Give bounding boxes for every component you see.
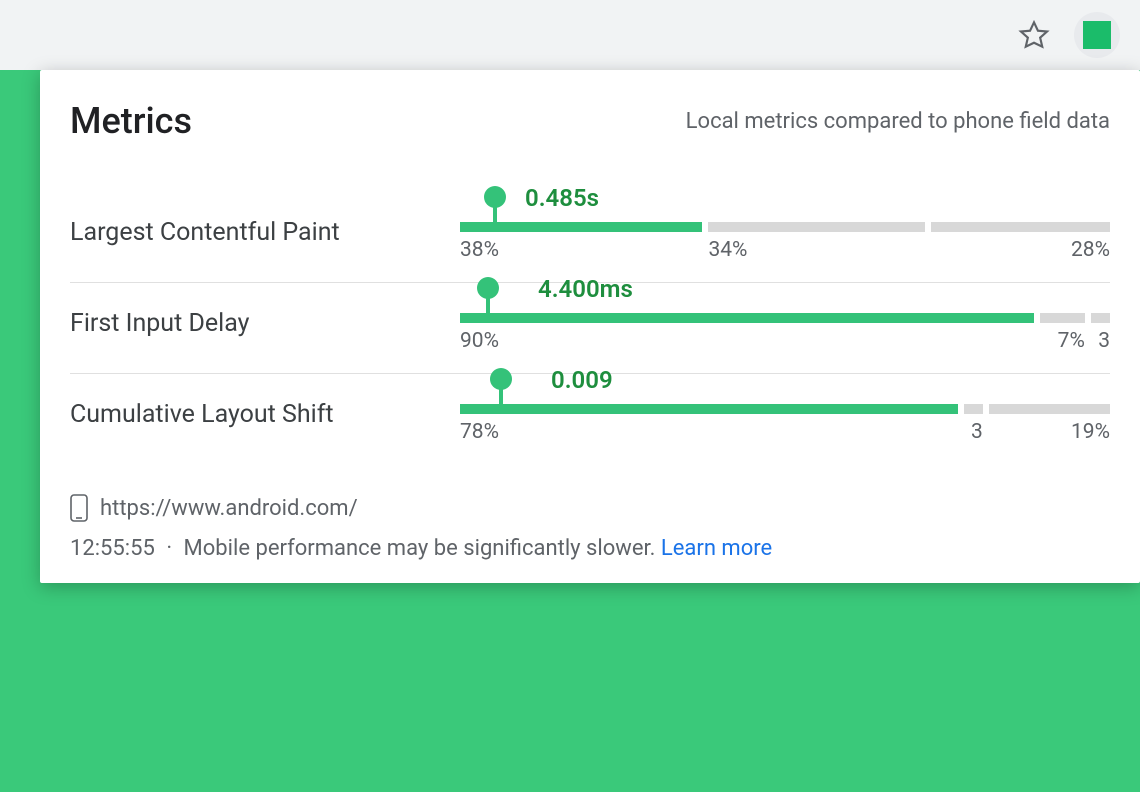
extension-badge[interactable] — [1074, 12, 1120, 58]
bar-segment-label: 90% — [460, 329, 1034, 353]
bar-segment-ni — [708, 222, 925, 232]
bar-segment-poor — [989, 404, 1110, 414]
metric-value: 0.009 — [551, 366, 613, 394]
distribution-bar — [460, 222, 1110, 232]
learn-more-link[interactable]: Learn more — [661, 536, 772, 561]
popup-title: Metrics — [70, 100, 192, 142]
metric-marker — [499, 376, 503, 414]
footer-warning-row: 12:55:55 · Mobile performance may be sig… — [70, 536, 1110, 561]
distribution-bar — [460, 404, 1110, 414]
popup-subtitle: Local metrics compared to phone field da… — [686, 109, 1110, 134]
metric-row: First Input Delay4.400ms90%7%3 — [70, 283, 1110, 374]
bar-segment-label: 28% — [931, 238, 1110, 262]
bookmark-star-icon[interactable] — [1018, 19, 1050, 51]
metrics-list: Largest Contentful Paint0.485s38%34%28%F… — [70, 192, 1110, 464]
footer-url: https://www.android.com/ — [100, 496, 358, 521]
metric-body: 0.00978%319% — [460, 404, 1110, 444]
distribution-labels: 90%7%3 — [460, 329, 1110, 353]
bar-segment-ni — [964, 404, 983, 414]
footer-url-row: https://www.android.com/ — [70, 494, 1110, 522]
metric-value: 0.485s — [525, 184, 599, 212]
separator-dot: · — [166, 536, 172, 561]
bar-segment-label: 78% — [460, 420, 958, 444]
bar-segment-good — [460, 313, 1034, 323]
metric-row: Largest Contentful Paint0.485s38%34%28% — [70, 192, 1110, 283]
bar-segment-label: 3 — [1091, 329, 1110, 353]
metric-value: 4.400ms — [538, 275, 633, 303]
bar-segment-label: 3 — [964, 420, 983, 444]
bar-segment-label: 34% — [708, 238, 925, 262]
metric-marker — [493, 194, 497, 232]
web-vitals-popup: Metrics Local metrics compared to phone … — [40, 70, 1140, 583]
bar-segment-ni — [1040, 313, 1085, 323]
bar-segment-label: 7% — [1040, 329, 1085, 353]
browser-toolbar — [0, 0, 1140, 70]
metric-name: First Input Delay — [70, 309, 460, 338]
distribution-labels: 38%34%28% — [460, 238, 1110, 262]
popup-header: Metrics Local metrics compared to phone … — [70, 100, 1110, 142]
metric-marker — [486, 285, 490, 323]
distribution-labels: 78%319% — [460, 420, 1110, 444]
phone-icon — [70, 494, 88, 522]
metric-body: 4.400ms90%7%3 — [460, 313, 1110, 353]
footer-warning: Mobile performance may be significantly … — [184, 536, 656, 561]
distribution-bar — [460, 313, 1110, 323]
footer-timestamp: 12:55:55 — [70, 536, 155, 561]
popup-footer: https://www.android.com/ 12:55:55 · Mobi… — [70, 494, 1110, 561]
metric-name: Largest Contentful Paint — [70, 218, 460, 247]
bar-segment-poor — [1091, 313, 1110, 323]
metric-body: 0.485s38%34%28% — [460, 222, 1110, 262]
metric-name: Cumulative Layout Shift — [70, 400, 460, 429]
bar-segment-label: 19% — [989, 420, 1110, 444]
bar-segment-poor — [931, 222, 1110, 232]
bar-segment-label: 38% — [460, 238, 702, 262]
web-vitals-icon — [1083, 21, 1111, 49]
page-background: Metrics Local metrics compared to phone … — [0, 70, 1140, 792]
metric-row: Cumulative Layout Shift0.00978%319% — [70, 374, 1110, 464]
bar-segment-good — [460, 404, 958, 414]
